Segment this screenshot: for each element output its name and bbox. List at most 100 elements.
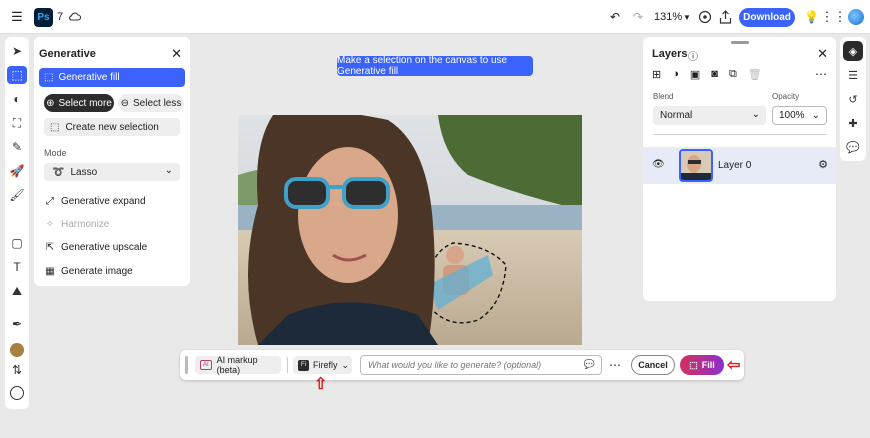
layers-stack-icon[interactable]: ⧉ (729, 68, 737, 81)
layers-icon[interactable]: ◈ (843, 41, 863, 61)
expand-icon: ⤢ (46, 195, 54, 207)
panel-title: Generative (39, 48, 96, 60)
upscale-icon: ⇱ (45, 241, 55, 253)
generative-panel: Generative ✕ ⬚ Generative fill ⊕ Select … (34, 37, 190, 286)
more-options-icon[interactable]: ⋯ (815, 67, 827, 81)
hamburger-icon[interactable]: ☰ (10, 9, 24, 24)
delete-icon: 🗑 (747, 69, 762, 81)
prompt-input[interactable] (361, 356, 571, 374)
apps-grid-icon[interactable]: ⋮⋮ (821, 9, 847, 24)
rocket-icon[interactable]: 🚀 (5, 162, 29, 180)
opacity-label: Opacity (772, 92, 800, 101)
layer-thumbnail (679, 149, 713, 182)
history-icon[interactable]: ↺ (843, 89, 863, 109)
layer-properties-icon[interactable]: ⚙ (818, 158, 828, 171)
divider (287, 357, 288, 373)
select-more-button[interactable]: ⊕ Select more (44, 94, 114, 112)
right-rail: ◈ ☰ ↺ ✚ 💬 (840, 37, 866, 161)
harmonize-item: ✧ Harmonize (45, 218, 110, 230)
panel-title: Layers (652, 48, 688, 60)
generative-upscale-item[interactable]: ⇱ Generative upscale (44, 240, 147, 254)
top-bar: ☰ Ps 7 ↶ ↷ 131% ▼ Download 💡 ⋮⋮ (0, 0, 870, 34)
chevron-down-icon[interactable]: ▼ (682, 10, 692, 24)
generate-image-icon: ▦ (45, 265, 55, 277)
chevron-down-icon: ⌄ (751, 109, 760, 120)
harmonize-icon: ✧ (45, 218, 55, 230)
shape-icon[interactable]: ▢ (5, 234, 29, 252)
adjust-icon[interactable]: ◐ (5, 90, 29, 108)
chevron-down-icon: ⌄ (811, 110, 820, 121)
quick-select-icon[interactable]: ⛶ (5, 114, 29, 132)
background-color-swatch[interactable] (10, 386, 24, 400)
marquee-icon: ⬚ (50, 121, 60, 133)
fill-button[interactable]: ⬚ Fill (680, 355, 724, 375)
cloud-icon[interactable] (67, 9, 81, 23)
close-icon[interactable]: ✕ (171, 46, 182, 62)
canvas-image[interactable] (238, 115, 582, 345)
redo-icon[interactable]: ↷ (631, 10, 645, 24)
annotation-arrow-left-icon: ⇦ (727, 357, 741, 374)
close-icon[interactable]: ✕ (817, 46, 828, 62)
avatar[interactable] (848, 9, 864, 25)
version-number: 7 (57, 11, 64, 23)
brush-icon[interactable]: 🖌 (5, 186, 29, 204)
camera-icon[interactable]: ◙ (711, 68, 718, 81)
eyedropper-icon[interactable]: ✒ (5, 315, 29, 333)
fill-icon: ⬚ (689, 359, 698, 370)
taskbar-drag-handle[interactable] (185, 356, 188, 374)
create-new-selection-button[interactable]: ⬚ Create new selection (44, 118, 180, 136)
generative-fill-icon: ⬚ (44, 72, 54, 83)
export-icon[interactable] (718, 9, 733, 24)
minus-circle-icon: ⊖ (120, 97, 130, 109)
chevron-down-icon: ⌄ (164, 165, 173, 176)
add-layer-icon[interactable]: ⊞ (652, 68, 661, 81)
zoom-level[interactable]: 131% (654, 11, 682, 23)
share-link-icon[interactable] (697, 9, 712, 24)
firefly-logo-icon: Fi (298, 359, 309, 371)
download-button[interactable]: Download (739, 8, 795, 27)
more-options-icon[interactable]: ⋯ (609, 358, 621, 372)
undo-icon[interactable]: ↶ (608, 10, 622, 24)
lightbulb-icon[interactable]: 💡 (804, 9, 819, 24)
select-less-button[interactable]: ⊖ Select less (118, 94, 184, 112)
mode-select[interactable]: ➰ Lasso ⌄ (44, 163, 180, 181)
blend-mode-select[interactable]: Normal ⌄ (653, 106, 766, 125)
mask-icon[interactable]: ▣ (690, 68, 700, 81)
image-icon[interactable]: ⛰ (5, 282, 29, 300)
left-toolbar: ➤ ⬚ ◐ ⛶ ✎ 🚀 🖌 ▢ T ⛰ ✒ ⇅ (5, 37, 29, 409)
text-icon[interactable]: T (5, 258, 29, 276)
blend-label: Blend (653, 92, 674, 101)
contextual-taskbar: AI AI markup (beta) Fi Firefly ⌄ 💬 ⋯ Can… (180, 350, 744, 380)
layers-panel: Layers ⓘ ✕ ⊞ ◑ ▣ ◙ ⧉ 🗑 ⋯ Blend Opacity N… (643, 37, 836, 301)
prompt-field[interactable]: 💬 (360, 355, 602, 375)
divider (653, 134, 827, 135)
comments-icon[interactable]: 💬 (843, 137, 863, 157)
layer-name: Layer 0 (718, 160, 752, 171)
chevron-down-icon: ⌄ (341, 359, 350, 370)
model-picker[interactable]: Fi Firefly ⌄ (293, 356, 352, 374)
cancel-button[interactable]: Cancel (631, 355, 675, 375)
heal-icon[interactable]: ✎ (5, 138, 29, 156)
lasso-icon: ➰ (52, 166, 65, 178)
opacity-field[interactable]: 100% ⌄ (772, 106, 827, 125)
layer-actions: ⊞ ◑ ▣ ◙ ⧉ 🗑 (652, 68, 762, 81)
layer-row[interactable]: 👁 Layer 0 ⚙ (643, 147, 836, 184)
generative-fill-hint: Make a selection on the canvas to use Ge… (337, 55, 533, 77)
app-logo[interactable]: Ps (34, 8, 53, 27)
generative-expand-item[interactable]: ⤢ Generative expand (44, 194, 146, 208)
ai-markup-button[interactable]: AI AI markup (beta) (195, 355, 281, 375)
comments-add-icon[interactable]: ✚ (843, 113, 863, 133)
adjustments-icon[interactable]: ☰ (843, 65, 863, 85)
select-icon[interactable]: ➤ (5, 42, 29, 60)
generative-fill-button[interactable]: ⬚ Generative fill (39, 68, 185, 87)
foreground-color-swatch[interactable] (10, 343, 24, 357)
generate-image-item[interactable]: ▦ Generate image (44, 264, 132, 278)
prompt-suggestions-icon[interactable]: 💬 (584, 359, 595, 370)
info-icon[interactable]: ⓘ (688, 48, 698, 63)
adjustment-layer-icon[interactable]: ◑ (672, 68, 679, 81)
generative-icon[interactable]: ⬚ (7, 66, 27, 84)
visibility-eye-icon[interactable]: 👁 (652, 159, 665, 170)
swap-colors-icon[interactable]: ⇅ (5, 361, 29, 379)
panel-drag-handle[interactable] (731, 41, 749, 44)
mode-label: Mode (44, 148, 67, 158)
